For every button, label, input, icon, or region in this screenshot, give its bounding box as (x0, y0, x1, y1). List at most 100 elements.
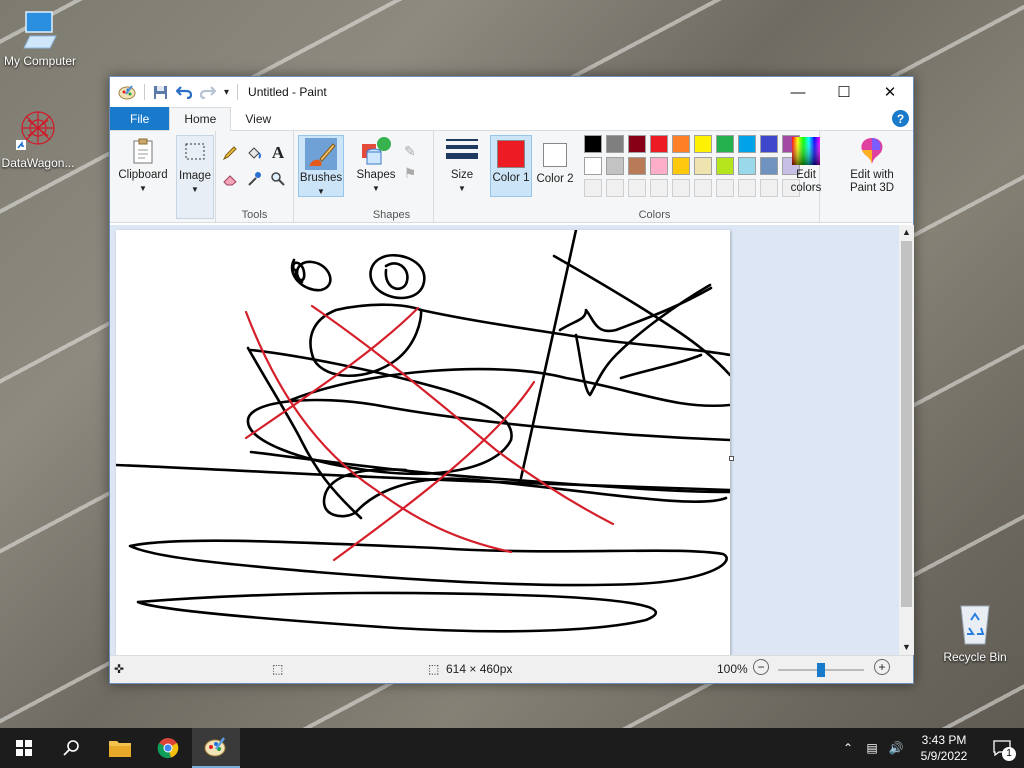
shapes-button[interactable]: Shapes ▼ (354, 135, 398, 201)
paint-window: ▾ Untitled - Paint — ☐ ✕ File Home View … (109, 76, 914, 684)
custom-color-slot[interactable] (672, 179, 690, 197)
palette-swatch[interactable] (760, 135, 778, 153)
minimize-button[interactable]: — (775, 77, 821, 107)
paint-app-icon (204, 737, 226, 757)
redo-icon[interactable] (200, 85, 216, 99)
clock[interactable]: 3:43 PM 5/9/2022 (908, 732, 980, 764)
search-button[interactable] (48, 728, 96, 768)
palette-swatch[interactable] (738, 157, 756, 175)
desktop-icon-datawagon[interactable]: DataWagon... (0, 106, 80, 170)
clipboard-button[interactable]: Clipboard ▼ (116, 135, 170, 219)
color1-button[interactable]: Color 1 (490, 135, 532, 197)
chevron-down-icon: ▼ (191, 185, 199, 194)
pencil-icon[interactable] (220, 143, 240, 163)
palette-swatch[interactable] (606, 157, 624, 175)
color-picker-icon[interactable] (244, 169, 264, 189)
paint-app-icon[interactable] (118, 84, 136, 100)
custom-color-slot[interactable] (584, 179, 602, 197)
custom-color-slot[interactable] (738, 179, 756, 197)
outline-icon[interactable]: ✎ (400, 141, 420, 161)
custom-color-slot[interactable] (694, 179, 712, 197)
help-icon[interactable]: ? (892, 110, 909, 127)
text-tool-icon[interactable]: A (268, 143, 288, 163)
start-button[interactable] (0, 728, 48, 768)
paint-taskbar-button[interactable] (192, 728, 240, 768)
resize-handle[interactable] (729, 456, 734, 461)
custom-color-slot[interactable] (760, 179, 778, 197)
vertical-scrollbar[interactable]: ▲ ▼ (899, 225, 914, 655)
color2-swatch (539, 139, 571, 171)
scroll-down-icon[interactable]: ▼ (899, 640, 914, 655)
shape-fill-icon[interactable]: ⚑ (400, 163, 420, 183)
search-icon (63, 740, 79, 756)
size-button[interactable]: Size ▼ (438, 135, 486, 201)
canvas-workspace (110, 225, 900, 655)
desktop-icon-my-computer[interactable]: My Computer (0, 8, 82, 68)
drawing-canvas[interactable] (116, 230, 734, 655)
palette-swatch[interactable] (628, 157, 646, 175)
color2-button[interactable]: Color 2 (534, 135, 576, 197)
palette-swatch[interactable] (716, 135, 734, 153)
maximize-button[interactable]: ☐ (821, 77, 867, 107)
tab-home[interactable]: Home (169, 107, 232, 131)
tools-group-label: Tools (241, 209, 268, 221)
edit-colors-label: Edit colors (790, 169, 822, 194)
magnifier-icon[interactable] (268, 169, 288, 189)
file-explorer-button[interactable] (96, 728, 144, 768)
notification-badge: 1 (1002, 747, 1016, 761)
custom-color-slot[interactable] (628, 179, 646, 197)
palette-swatch[interactable] (672, 135, 690, 153)
palette-swatch[interactable] (694, 135, 712, 153)
zoom-slider-thumb[interactable] (817, 663, 825, 677)
palette-swatch[interactable] (584, 157, 602, 175)
custom-color-slot[interactable] (606, 179, 624, 197)
zoom-out-button[interactable]: − (753, 659, 769, 675)
fill-bucket-icon[interactable] (244, 143, 264, 163)
network-icon[interactable]: ▤ (860, 741, 884, 755)
zoom-slider[interactable] (778, 663, 864, 677)
volume-icon[interactable]: 🔊 (884, 741, 908, 755)
palette-swatch[interactable] (716, 157, 734, 175)
shapes-label: Shapes (356, 169, 396, 181)
chevron-down-icon: ▼ (139, 184, 147, 193)
palette-swatch[interactable] (694, 157, 712, 175)
colors-group-label: Colors (638, 209, 671, 221)
scroll-up-icon[interactable]: ▲ (899, 225, 914, 240)
title-bar[interactable]: ▾ Untitled - Paint — ☐ ✕ (110, 77, 913, 107)
image-button[interactable]: Image ▼ (176, 135, 214, 219)
palette-swatch[interactable] (650, 157, 668, 175)
scrollbar-thumb[interactable] (901, 241, 912, 607)
datawagon-icon (16, 111, 55, 150)
show-hidden-icons-icon[interactable]: ⌃ (836, 741, 860, 755)
customize-quick-access-icon[interactable]: ▾ (224, 87, 229, 98)
zoom-in-button[interactable]: + (874, 659, 890, 675)
clipboard-icon (127, 135, 159, 167)
chevron-down-icon: ▼ (372, 184, 380, 193)
tab-view[interactable]: View (231, 107, 285, 130)
shapes-icon (360, 135, 392, 167)
edit-with-paint3d-button[interactable]: Edit with Paint 3D (838, 135, 906, 201)
desktop-icon-recycle-bin[interactable]: Recycle Bin (933, 600, 1017, 664)
windows-logo-icon (16, 740, 32, 756)
palette-swatch[interactable] (672, 157, 690, 175)
undo-icon[interactable] (176, 85, 192, 99)
brushes-button[interactable]: Brushes ▼ (298, 135, 344, 197)
chrome-button[interactable] (144, 728, 192, 768)
palette-swatch[interactable] (738, 135, 756, 153)
eraser-icon[interactable] (220, 169, 240, 189)
chevron-down-icon: ▼ (458, 184, 466, 193)
palette-swatch[interactable] (606, 135, 624, 153)
palette-swatch[interactable] (628, 135, 646, 153)
edit-colors-button[interactable]: Edit colors (786, 135, 826, 201)
palette-swatch[interactable] (760, 157, 778, 175)
palette-swatch[interactable] (650, 135, 668, 153)
color1-label: Color 1 (492, 172, 530, 184)
save-icon[interactable] (153, 85, 168, 100)
palette-swatch[interactable] (584, 135, 602, 153)
clock-date: 5/9/2022 (920, 749, 968, 763)
custom-color-slot[interactable] (716, 179, 734, 197)
notification-center-button[interactable]: 1 (980, 728, 1024, 768)
custom-color-slot[interactable] (650, 179, 668, 197)
tab-file[interactable]: File (110, 107, 170, 130)
close-button[interactable]: ✕ (867, 77, 913, 107)
